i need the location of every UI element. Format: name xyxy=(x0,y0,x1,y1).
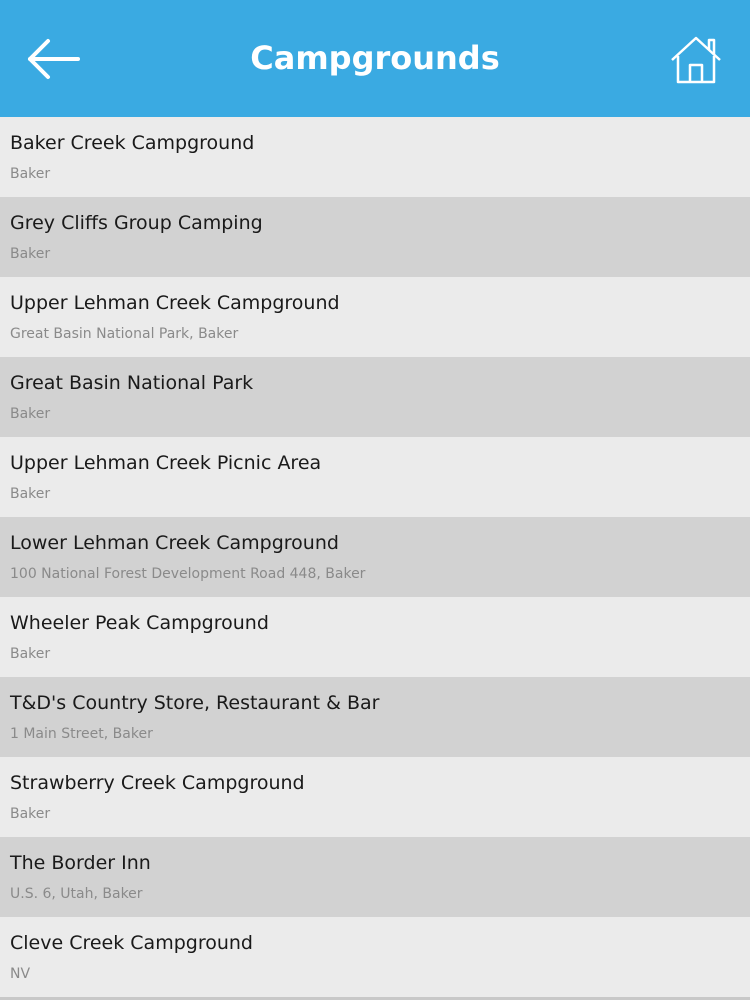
list-item[interactable]: Lower Lehman Creek Campground 100 Nation… xyxy=(0,517,750,597)
list-item-address: Baker xyxy=(10,246,51,262)
list-item-name: Upper Lehman Creek Picnic Area xyxy=(10,452,322,474)
list-item-address: U.S. 6, Utah, Baker xyxy=(10,886,143,902)
page-title: Campgrounds xyxy=(250,39,500,77)
home-icon xyxy=(671,36,721,84)
list-item[interactable]: Upper Lehman Creek Picnic Area Baker xyxy=(0,437,750,517)
list-item-name: Upper Lehman Creek Campground xyxy=(10,292,340,314)
list-item[interactable]: The Border Inn U.S. 6, Utah, Baker xyxy=(0,837,750,917)
list-item-address: Baker xyxy=(10,646,51,662)
list-item-address: Baker xyxy=(10,486,51,502)
list-item[interactable]: Great Basin National Park Baker xyxy=(0,357,750,437)
list-item-address: 100 National Forest Development Road 448… xyxy=(10,566,366,582)
home-button[interactable] xyxy=(668,34,724,86)
list-item-address: Great Basin National Park, Baker xyxy=(10,326,239,342)
list-item[interactable]: Baker Creek Campground Baker xyxy=(0,117,750,197)
list-item[interactable]: Strawberry Creek Campground Baker xyxy=(0,757,750,837)
list-item-name: Cleve Creek Campground xyxy=(10,932,253,954)
list-item[interactable]: Wheeler Peak Campground Baker xyxy=(0,597,750,677)
list-item-address: 1 Main Street, Baker xyxy=(10,726,153,742)
list-item-name: Baker Creek Campground xyxy=(10,132,255,154)
list-item-name: Lower Lehman Creek Campground xyxy=(10,532,339,554)
list-item-address: NV xyxy=(10,966,31,982)
list-item[interactable]: T&D's Country Store, Restaurant & Bar 1 … xyxy=(0,677,750,757)
list-item[interactable]: Grey Cliffs Group Camping Baker xyxy=(0,197,750,277)
list-item-address: Baker xyxy=(10,166,51,182)
list-item-name: Great Basin National Park xyxy=(10,372,254,394)
list-item-name: Wheeler Peak Campground xyxy=(10,612,269,634)
list-item-name: Strawberry Creek Campground xyxy=(10,772,305,794)
list-item[interactable]: Upper Lehman Creek Campground Great Basi… xyxy=(0,277,750,357)
list-item-name: Grey Cliffs Group Camping xyxy=(10,212,263,234)
campground-list: Baker Creek Campground Baker Grey Cliffs… xyxy=(0,117,750,997)
list-item-address: Baker xyxy=(10,806,51,822)
app-header: Campgrounds xyxy=(0,0,750,117)
list-item-name: T&D's Country Store, Restaurant & Bar xyxy=(10,692,380,714)
list-item[interactable]: Cleve Creek Campground NV xyxy=(0,917,750,997)
list-item-address: Baker xyxy=(10,406,51,422)
list-item-name: The Border Inn xyxy=(10,852,151,874)
